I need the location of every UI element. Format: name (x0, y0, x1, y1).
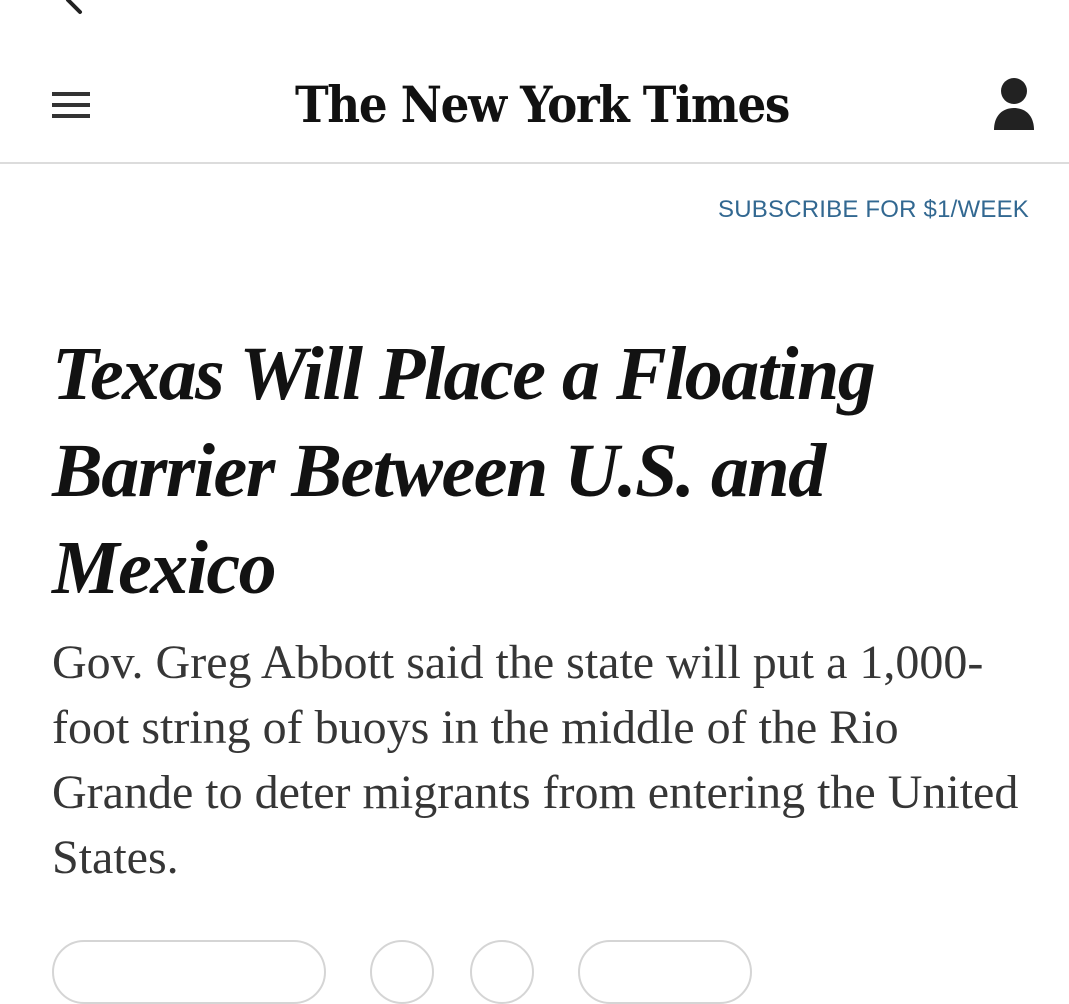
logo-text: The New York Times (295, 75, 789, 134)
chevron-left-icon (66, 0, 82, 14)
nyt-logo[interactable]: The New York Times (292, 66, 792, 142)
share-toolbar (0, 938, 1069, 1004)
back-button[interactable] (58, 0, 88, 16)
hamburger-menu-icon (52, 92, 90, 118)
user-account-icon (994, 78, 1034, 130)
subscribe-link[interactable]: SUBSCRIBE FOR $1/WEEK (718, 196, 1029, 224)
share-pill-icon-2[interactable] (470, 940, 534, 1004)
account-button[interactable] (990, 76, 1038, 132)
article-summary: Gov. Greg Abbott said the state will put… (52, 636, 1019, 884)
article-headline: Texas Will Place a Floating Barrier Betw… (52, 332, 876, 610)
share-pill-primary[interactable] (52, 940, 326, 1004)
masthead: The New York Times (0, 50, 1069, 164)
share-pill-secondary[interactable] (578, 940, 752, 1004)
share-pill-icon-1[interactable] (370, 940, 434, 1004)
menu-button[interactable] (52, 90, 90, 120)
